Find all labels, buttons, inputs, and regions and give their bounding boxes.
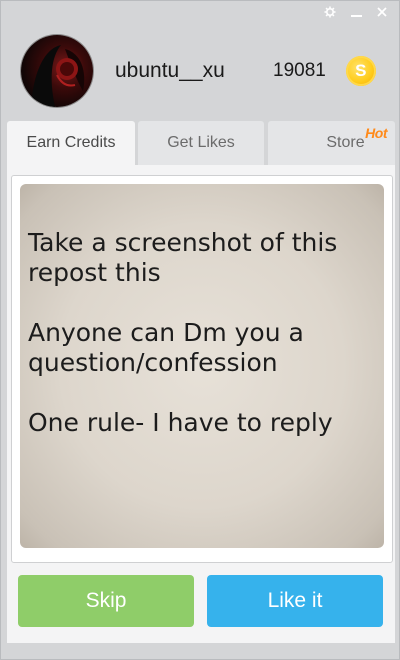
- post-text-block: One rule- I have to reply: [28, 408, 378, 438]
- skip-button[interactable]: Skip: [18, 575, 194, 627]
- credits-count: 19081: [273, 60, 326, 81]
- tab-get-likes[interactable]: Get Likes: [138, 121, 264, 165]
- app-window: ubuntu__xu 19081 S Earn Credits Get Like…: [0, 0, 400, 660]
- post-text: Take a screenshot of this repost this An…: [28, 228, 378, 438]
- avatar[interactable]: [21, 35, 93, 107]
- tab-bar: Earn Credits Get Likes Store Hot: [7, 121, 395, 165]
- post-text-line: question/confession: [28, 348, 278, 377]
- post-text-line: repost this: [28, 258, 161, 287]
- username: ubuntu__xu: [115, 59, 225, 82]
- post-text-line: One rule- I have to reply: [28, 408, 333, 437]
- post-image: Take a screenshot of this repost this An…: [20, 184, 384, 548]
- tab-store[interactable]: Store Hot: [268, 121, 395, 165]
- profile-header: ubuntu__xu 19081 S: [21, 33, 379, 109]
- close-icon[interactable]: [375, 5, 389, 19]
- post-text-block: Take a screenshot of this repost this: [28, 228, 378, 288]
- minimize-icon[interactable]: [349, 5, 363, 19]
- coin-symbol: S: [355, 61, 367, 80]
- gear-icon[interactable]: [323, 5, 337, 19]
- post-text-line: Take a screenshot of this: [28, 228, 338, 257]
- post-text-line: Anyone can Dm you a: [28, 318, 304, 347]
- window-controls: [323, 5, 389, 19]
- tab-label: Get Likes: [167, 134, 235, 151]
- tab-earn-credits[interactable]: Earn Credits: [7, 121, 135, 165]
- post-text-block: Anyone can Dm you a question/confession: [28, 318, 378, 378]
- coin-icon: S: [345, 56, 376, 86]
- tab-label: Store: [326, 134, 365, 151]
- hot-badge: Hot: [365, 125, 387, 141]
- like-button[interactable]: Like it: [207, 575, 383, 627]
- earn-credits-panel: Take a screenshot of this repost this An…: [7, 165, 395, 643]
- post-card: Take a screenshot of this repost this An…: [11, 175, 393, 563]
- tab-label: Earn Credits: [26, 134, 116, 151]
